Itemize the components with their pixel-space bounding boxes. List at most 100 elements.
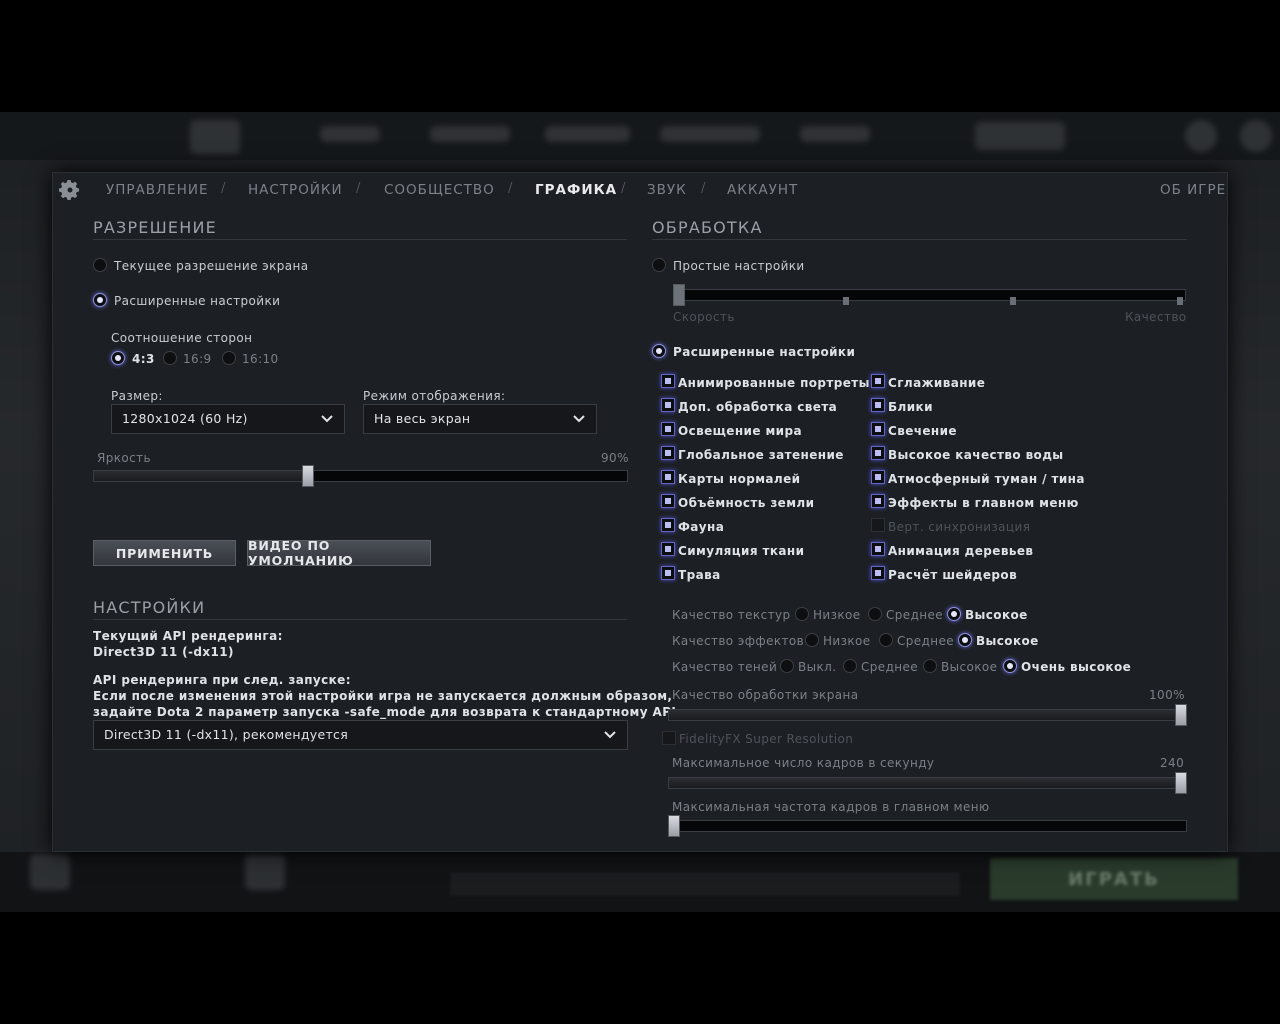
resolution-title: РАЗРЕШЕНИЕ <box>93 218 217 237</box>
client-logo <box>190 120 240 154</box>
tab-controls[interactable]: УПРАВЛЕНИЕ <box>106 182 208 198</box>
client-party-slot <box>30 854 70 890</box>
effects-quality-option-radio[interactable] <box>879 633 893 647</box>
speed-label: Скорость <box>673 310 735 324</box>
simple-settings-radio[interactable] <box>652 258 666 272</box>
fsr-label: FidelityFX Super Resolution <box>679 732 854 746</box>
settings-panel: УПРАВЛЕНИЕ / НАСТРОЙКИ / СООБЩЕСТВО / ГР… <box>52 172 1228 852</box>
processing-option-checkbox[interactable] <box>871 542 885 556</box>
shadow-quality-option-label: Очень высокое <box>1021 660 1132 674</box>
processing-option-checkbox[interactable] <box>661 446 675 460</box>
texture-quality-label: Качество текстур <box>672 608 791 622</box>
processing-option-label: Верт. синхронизация <box>888 520 1031 534</box>
texture-quality-option-radio[interactable] <box>947 607 961 621</box>
shadow-quality-option-label: Среднее <box>861 660 919 674</box>
processing-option-checkbox[interactable] <box>871 494 885 508</box>
video-defaults-button[interactable]: ВИДЕО ПО УМОЛЧАНИЮ <box>247 538 431 568</box>
current-resolution-radio[interactable] <box>93 258 107 272</box>
menu-fps-slider-thumb[interactable] <box>668 815 680 837</box>
texture-quality-option-radio[interactable] <box>795 607 809 621</box>
effects-quality-option-label: Высокое <box>976 634 1039 648</box>
texture-quality-option-radio[interactable] <box>868 607 882 621</box>
tab-account[interactable]: АККАУНТ <box>727 182 798 198</box>
processing-option-checkbox[interactable] <box>661 374 675 388</box>
simple-settings-label: Простые настройки <box>673 259 805 273</box>
menu-fps-slider[interactable] <box>668 820 1187 832</box>
shadow-quality-option-radio[interactable] <box>843 659 857 673</box>
processing-option-checkbox[interactable] <box>871 398 885 412</box>
advanced-resolution-label: Расширенные настройки <box>114 294 281 308</box>
play-button: ИГРАТЬ <box>990 858 1238 900</box>
processing-option-checkbox[interactable] <box>661 398 675 412</box>
processing-option-checkbox[interactable] <box>661 566 675 580</box>
menu-fps-label: Максимальная частота кадров в главном ме… <box>672 800 990 814</box>
brightness-slider-thumb[interactable] <box>302 465 315 487</box>
effects-quality-option-radio[interactable] <box>805 633 819 647</box>
screen-quality-slider-thumb[interactable] <box>1175 704 1187 726</box>
aspect-16-10-radio[interactable] <box>222 351 236 365</box>
processing-option-checkbox[interactable] <box>661 470 675 484</box>
client-party-slot <box>245 854 285 890</box>
render-api-select-value: Direct3D 11 (-dx11), рекомендуется <box>104 727 349 742</box>
screen-quality-label: Качество обработки экрана <box>672 688 859 702</box>
processing-option-label: Высокое качество воды <box>888 448 1064 462</box>
processing-option-label: Карты нормалей <box>678 472 801 486</box>
processing-option-checkbox[interactable] <box>661 494 675 508</box>
next-api-label: API рендеринга при след. запуске: <box>93 673 351 687</box>
brightness-label: Яркость <box>97 451 152 465</box>
effects-quality-option-label: Среднее <box>897 634 955 648</box>
current-api-value: Direct3D 11 (-dx11) <box>93 645 234 659</box>
size-select[interactable]: 1280x1024 (60 Hz) <box>111 404 345 434</box>
aspect-4-3-radio[interactable] <box>111 351 125 365</box>
processing-option-label: Анимированные портреты <box>678 376 870 390</box>
max-fps-slider-thumb[interactable] <box>1175 772 1187 794</box>
display-mode-label: Режим отображения: <box>363 389 506 403</box>
processing-title: ОБРАБОТКА <box>652 218 763 237</box>
render-api-select[interactable]: Direct3D 11 (-dx11), рекомендуется <box>93 720 628 750</box>
slider-tick <box>1177 297 1183 305</box>
processing-option-checkbox[interactable] <box>871 518 885 532</box>
processing-option-checkbox[interactable] <box>871 422 885 436</box>
shadow-quality-option-radio[interactable] <box>1003 659 1017 673</box>
nav-separator: / <box>508 181 513 196</box>
processing-option-label: Атмосферный туман / тина <box>888 472 1085 486</box>
processing-option-checkbox[interactable] <box>661 542 675 556</box>
shadow-quality-option-radio[interactable] <box>780 659 794 673</box>
display-mode-select[interactable]: На весь экран <box>363 404 597 434</box>
processing-option-label: Сглаживание <box>888 376 986 390</box>
divider <box>93 239 627 240</box>
client-avatar <box>1185 120 1217 152</box>
processing-option-label: Освещение мира <box>678 424 802 438</box>
aspect-16-9-radio[interactable] <box>163 351 177 365</box>
gear-icon[interactable] <box>58 178 82 202</box>
tab-about[interactable]: ОБ ИГРЕ <box>1160 182 1226 198</box>
processing-option-checkbox[interactable] <box>871 446 885 460</box>
max-fps-slider[interactable] <box>668 777 1187 789</box>
processing-option-checkbox[interactable] <box>661 422 675 436</box>
tab-options[interactable]: НАСТРОЙКИ <box>248 182 343 198</box>
nav-separator: / <box>701 181 706 196</box>
shadow-quality-option-radio[interactable] <box>923 659 937 673</box>
processing-option-checkbox[interactable] <box>871 374 885 388</box>
advanced-processing-radio[interactable] <box>652 344 666 358</box>
processing-option-checkbox[interactable] <box>661 518 675 532</box>
next-api-note: Если после изменения этой настройки игра… <box>93 689 673 703</box>
effects-quality-option-radio[interactable] <box>958 633 972 647</box>
divider <box>652 239 1187 240</box>
brightness-slider[interactable] <box>93 470 628 482</box>
client-menu-item <box>660 126 760 142</box>
processing-option-checkbox[interactable] <box>871 566 885 580</box>
next-api-note: задайте Dota 2 параметр запуска -safe_mo… <box>93 705 682 719</box>
processing-option-label: Блики <box>888 400 933 414</box>
apply-button[interactable]: ПРИМЕНИТЬ <box>93 540 236 566</box>
screen-quality-slider[interactable] <box>668 709 1187 721</box>
tab-audio[interactable]: ЗВУК <box>647 182 687 198</box>
aspect-ratio-label: Соотношение сторон <box>111 331 253 345</box>
tab-social[interactable]: СООБЩЕСТВО <box>384 182 495 198</box>
settings-title: НАСТРОЙКИ <box>93 598 206 617</box>
processing-option-checkbox[interactable] <box>871 470 885 484</box>
advanced-resolution-radio[interactable] <box>93 293 107 307</box>
tab-video[interactable]: ГРАФИКА <box>535 182 617 198</box>
fsr-checkbox[interactable] <box>662 731 676 745</box>
client-menu-item <box>430 126 510 142</box>
